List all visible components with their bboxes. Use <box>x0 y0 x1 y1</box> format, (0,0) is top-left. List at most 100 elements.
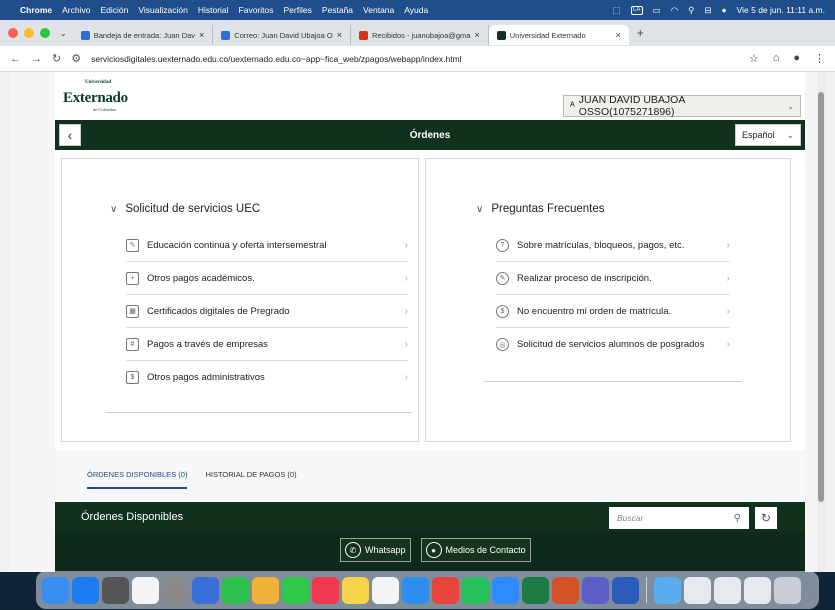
outlook-icon <box>80 30 90 40</box>
safari-icon[interactable] <box>402 576 429 604</box>
tab-search-chevron-icon[interactable]: ⌄ <box>60 29 67 38</box>
search-icon[interactable]: ⚲ <box>734 513 741 524</box>
externado-logo[interactable]: Universidad Externado de Colombia <box>63 80 128 112</box>
reload-icon[interactable]: ↻ <box>52 52 61 65</box>
list-item[interactable]: ✎ Educación continua y oferta intersemes… <box>126 229 408 262</box>
forward-arrow-icon[interactable]: → <box>31 53 42 65</box>
document-1-icon[interactable] <box>684 576 711 604</box>
document-2-icon[interactable] <box>714 576 741 604</box>
excel-icon[interactable] <box>522 576 549 604</box>
menu-archivo[interactable]: Archivo <box>62 5 90 15</box>
faq-panel: ∨ Preguntas Frecuentes ? Sobre matrícula… <box>425 158 791 442</box>
messages-icon[interactable] <box>282 576 309 604</box>
chrome-icon[interactable] <box>432 576 459 604</box>
extension-icon[interactable]: ⬚ <box>613 5 621 16</box>
menu-ayuda[interactable]: Ayuda <box>404 5 428 15</box>
user-menu-button[interactable]: ᴬ JUAN DAVID UBAJOA OSSO(1075271896) ⌄ <box>563 94 801 118</box>
chrome-menu-icon[interactable]: ⋮ <box>814 52 825 65</box>
menu-ventana[interactable]: Ventana <box>363 5 394 15</box>
menu-pestana[interactable]: Pestaña <box>322 5 353 15</box>
browser-tab-2[interactable]: Correo: Juan David Ubajoa O × <box>213 25 351 45</box>
tab-close-icon[interactable]: × <box>615 30 620 40</box>
spotlight-icon[interactable]: ⚲ <box>688 5 694 16</box>
whatsapp-button[interactable]: ✆ Whatsapp <box>340 538 411 562</box>
siri-icon[interactable]: ● <box>721 5 726 15</box>
tab-close-icon[interactable]: × <box>199 30 204 40</box>
site-info-icon[interactable]: ⚙ <box>71 52 81 65</box>
list-item[interactable]: # Pagos a través de empresas › <box>126 328 408 361</box>
refresh-button[interactable]: ↻ <box>755 507 777 529</box>
bookmark-star-icon[interactable]: ☆ <box>749 52 759 65</box>
finder-icon[interactable] <box>42 576 69 604</box>
powerpoint-icon[interactable] <box>552 576 579 604</box>
wifi-icon[interactable]: ◠ <box>671 5 678 16</box>
close-window-icon[interactable] <box>8 28 18 38</box>
zoom-icon[interactable] <box>492 576 519 604</box>
back-arrow-icon[interactable]: ← <box>10 53 21 65</box>
faq-panel-header[interactable]: ∨ Preguntas Frecuentes <box>476 203 604 215</box>
gmail-icon <box>358 30 368 40</box>
menu-edicion[interactable]: Edición <box>100 5 128 15</box>
facetime-icon[interactable] <box>222 576 249 604</box>
app-store-icon[interactable] <box>72 576 99 604</box>
list-item-label: Otros pagos administrativos <box>147 372 265 383</box>
browser-tab-active[interactable]: Universidad Externado × <box>488 25 629 45</box>
browser-tab-3[interactable]: Recibidos - juanubajoa@gma × <box>351 25 489 45</box>
menu-favoritos[interactable]: Favoritos <box>239 5 274 15</box>
url-field[interactable]: serviciosdigitales.uexternado.edu.co/uex… <box>91 54 739 64</box>
app-menu[interactable]: Chrome <box>20 5 52 15</box>
back-button[interactable]: ‹ <box>59 124 81 146</box>
list-item[interactable]: ▦ Certificados digitales de Pregrado › <box>126 295 408 328</box>
zoom-window-icon[interactable] <box>40 28 50 38</box>
extensions-icon[interactable]: ⌂ <box>773 52 780 65</box>
calendar-icon[interactable] <box>132 576 159 604</box>
photos-icon[interactable] <box>252 576 279 604</box>
list-item[interactable]: $ No encuentro mi orden de matrícula. › <box>496 295 730 328</box>
document-3-icon[interactable] <box>744 576 771 604</box>
reminders-icon[interactable] <box>372 576 399 604</box>
menu-historial[interactable]: Historial <box>198 5 229 15</box>
list-item[interactable]: ◎ Solicitud de servicios alumnos de posg… <box>496 328 730 361</box>
notes-icon[interactable] <box>342 576 369 604</box>
list-item-label: Sobre matrículas, bloqueos, pagos, etc. <box>517 239 685 251</box>
tab-close-icon[interactable]: × <box>474 30 479 40</box>
facetime-dark-icon[interactable] <box>192 576 219 604</box>
menu-clock[interactable]: Vie 5 de jun. 11:11 a.m. <box>737 5 825 15</box>
whatsapp-icon[interactable] <box>462 576 489 604</box>
teams-icon[interactable] <box>582 576 609 604</box>
list-item[interactable]: + Otros pagos académicos. › <box>126 262 408 295</box>
language-select[interactable]: Español ⌄ <box>735 124 801 146</box>
settings-icon[interactable] <box>162 576 189 604</box>
control-center-icon[interactable]: ⊟ <box>704 5 711 16</box>
user-icon: ᴬ <box>570 100 575 112</box>
music-icon[interactable] <box>312 576 339 604</box>
minimize-window-icon[interactable] <box>24 28 34 38</box>
search-input[interactable]: Buscar ⚲ <box>609 507 749 529</box>
downloads-folder-icon[interactable] <box>654 576 681 604</box>
tab-payment-history[interactable]: HISTORIAL DE PAGOS (0) <box>205 470 296 489</box>
orders-toolbar: Órdenes Disponibles Buscar ⚲ ↻ <box>55 502 805 532</box>
input-source-badge[interactable]: LA <box>630 5 643 15</box>
contact-means-button[interactable]: ● Medios de Contacto <box>420 538 531 562</box>
scrollbar[interactable] <box>817 72 825 572</box>
calculator-icon[interactable] <box>102 576 129 604</box>
tab-available-orders[interactable]: ÓRDENES DISPONIBLES (0) <box>87 470 188 489</box>
tab-close-icon[interactable]: × <box>337 30 342 40</box>
new-tab-icon[interactable]: + <box>637 26 644 40</box>
chat-icon: ? <box>496 238 509 252</box>
scrollbar-thumb[interactable] <box>818 92 824 502</box>
list-item-label: Certificados digitales de Pregrado <box>147 305 290 317</box>
profile-avatar-icon[interactable]: ● <box>793 52 800 65</box>
person-chat-icon: ● <box>425 542 442 558</box>
list-item[interactable]: ? Sobre matrículas, bloqueos, pagos, etc… <box>496 229 730 262</box>
menu-perfiles[interactable]: Perfiles <box>284 5 312 15</box>
browser-tab-1[interactable]: Bandeja de entrada: Juan Dav × <box>73 25 214 45</box>
chevron-right-icon: › <box>726 272 730 284</box>
list-item[interactable]: ✎ Realizar proceso de inscripción. › <box>496 262 730 295</box>
menu-visualizacion[interactable]: Visualización <box>138 5 187 15</box>
services-panel-header[interactable]: ∨ Solicitud de servicios UEC <box>110 203 260 215</box>
word-icon[interactable] <box>612 576 639 604</box>
trash-icon[interactable] <box>774 576 801 604</box>
battery-icon[interactable]: ▭ <box>653 5 661 16</box>
list-item[interactable]: $ Otros pagos administrativos › <box>126 361 408 394</box>
